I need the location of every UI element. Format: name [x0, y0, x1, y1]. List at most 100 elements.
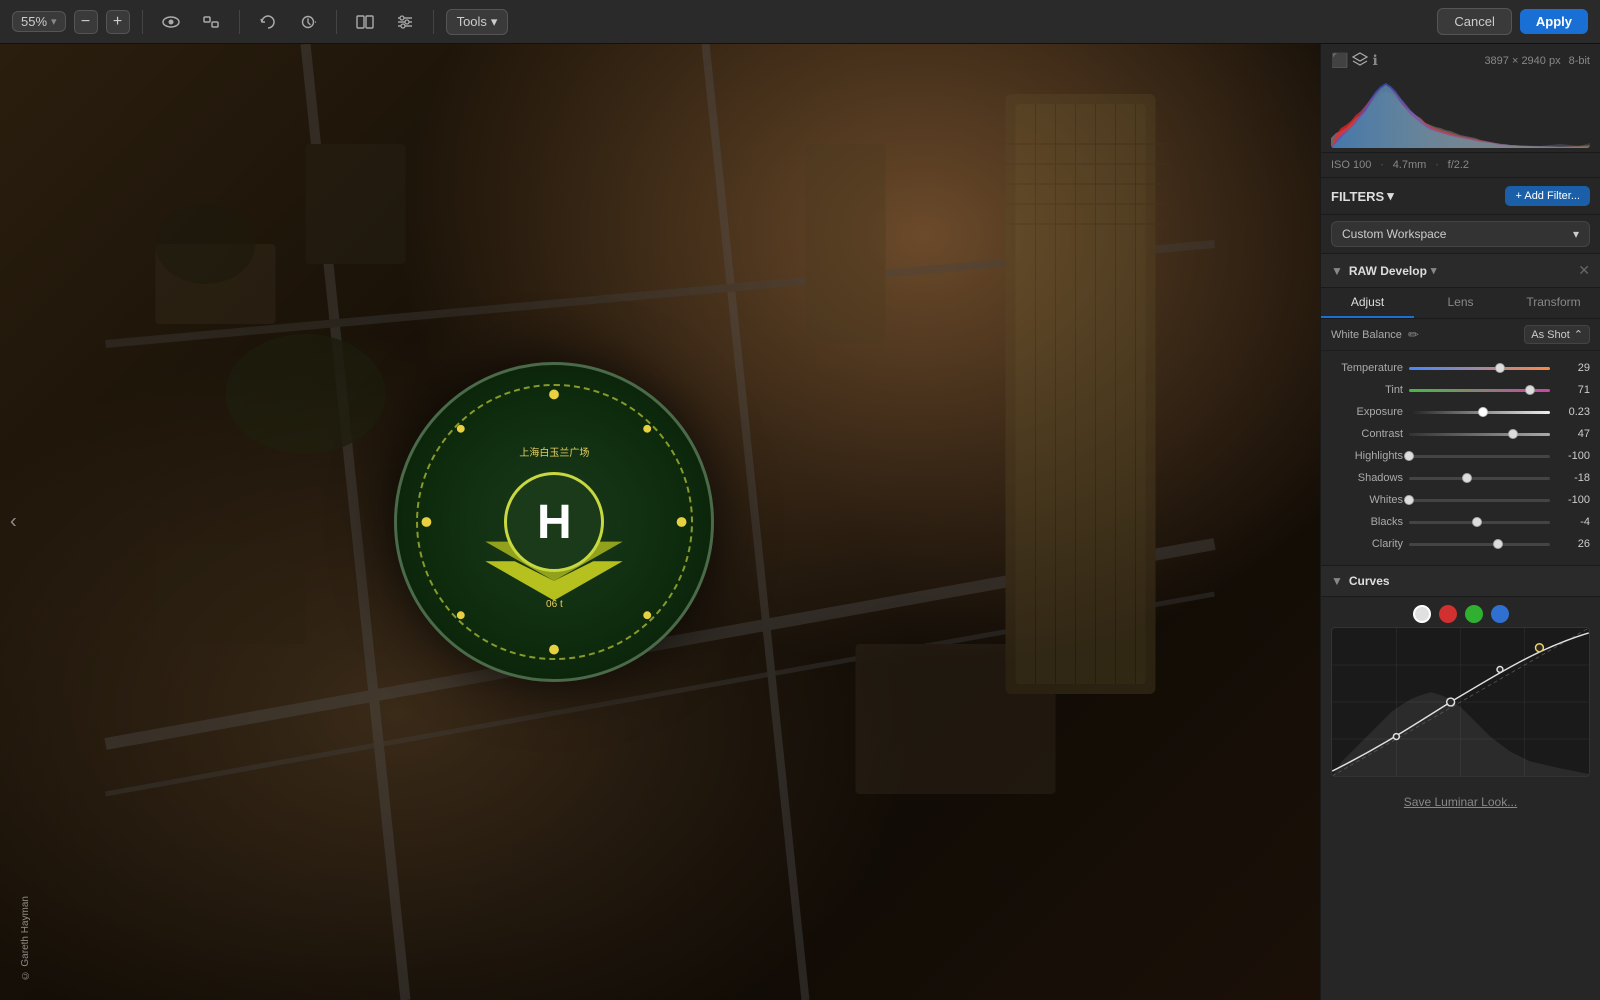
slider-thumb-shadows[interactable]: [1462, 473, 1472, 483]
cancel-button[interactable]: Cancel: [1437, 8, 1511, 35]
apply-button[interactable]: Apply: [1520, 9, 1588, 34]
layout-button[interactable]: [349, 6, 381, 38]
workspace-label: Custom Workspace: [1342, 227, 1446, 241]
nav-arrow-left[interactable]: ‹: [10, 511, 17, 534]
slider-thumb-exposure[interactable]: [1478, 407, 1488, 417]
zoom-out-button[interactable]: −: [74, 10, 98, 34]
workspace-arrow: ▾: [1573, 227, 1579, 241]
eyedropper-icon[interactable]: ✏: [1408, 327, 1419, 343]
slider-row-clarity: Clarity 26: [1331, 537, 1590, 551]
curves-canvas[interactable]: [1331, 627, 1590, 777]
right-panel: ⬛ ℹ 3897 × 2940 px 8-bit: [1320, 44, 1600, 1000]
slider-track-highlights[interactable]: [1409, 449, 1550, 463]
focal-text: 4.7mm: [1393, 159, 1427, 171]
curves-green-dot[interactable]: [1465, 605, 1483, 623]
wb-arrow: ⌃: [1574, 328, 1583, 341]
slider-value-blacks: -4: [1556, 516, 1590, 528]
curve-point-upper[interactable]: [1497, 666, 1503, 672]
slider-row-whites: Whites -100: [1331, 493, 1590, 507]
histogram-icon[interactable]: ⬛: [1331, 52, 1348, 69]
slider-track-contrast[interactable]: [1409, 427, 1550, 441]
undo-button[interactable]: [252, 6, 284, 38]
filters-label: FILTERS: [1331, 189, 1384, 204]
slider-track-shadows[interactable]: [1409, 471, 1550, 485]
preview-button[interactable]: [155, 6, 187, 38]
curve-point-mid[interactable]: [1447, 698, 1455, 706]
layers-icon[interactable]: [1352, 52, 1368, 69]
history-button[interactable]: [292, 6, 324, 38]
slider-row-exposure: Exposure 0.23: [1331, 405, 1590, 419]
tools-dropdown[interactable]: Tools ▾: [446, 9, 509, 35]
copyright-text: © Gareth Hayman: [20, 896, 31, 980]
bitdepth-text: 8-bit: [1569, 55, 1590, 67]
curves-red-dot[interactable]: [1439, 605, 1457, 623]
tabs-row: Adjust Lens Transform: [1321, 288, 1600, 319]
zoom-in-button[interactable]: +: [106, 10, 130, 34]
slider-track-blacks[interactable]: [1409, 515, 1550, 529]
fit-icon: [202, 15, 220, 29]
fit-button[interactable]: [195, 6, 227, 38]
filters-header: FILTERS ▾ + Add Filter...: [1321, 178, 1600, 215]
zoom-control[interactable]: 55% ▾: [12, 11, 66, 32]
white-balance-row: White Balance ✏ As Shot ⌃: [1321, 319, 1600, 351]
raw-develop-header[interactable]: ▼ RAW Develop ▾ ✕: [1321, 254, 1600, 288]
workspace-selector: Custom Workspace ▾: [1321, 215, 1600, 254]
slider-track-whites[interactable]: [1409, 493, 1550, 507]
wb-value-dropdown[interactable]: As Shot ⌃: [1524, 325, 1590, 344]
helipad-h-marker: H: [504, 472, 604, 572]
slider-thumb-temperature[interactable]: [1495, 363, 1505, 373]
slider-track-clarity[interactable]: [1409, 537, 1550, 551]
panel-content[interactable]: ▼ RAW Develop ▾ ✕ Adjust Lens Transform …: [1321, 254, 1600, 1000]
curves-header[interactable]: ▼ Curves: [1321, 566, 1600, 597]
curves-section: ▼ Curves: [1321, 565, 1600, 819]
add-filter-button[interactable]: + Add Filter...: [1505, 186, 1590, 206]
filters-title: FILTERS ▾: [1331, 188, 1394, 204]
curves-white-dot[interactable]: [1413, 605, 1431, 623]
toolbar-right: Cancel Apply: [1437, 8, 1588, 35]
save-luminar-look-button[interactable]: Save Luminar Look...: [1404, 795, 1517, 809]
slider-track-tint[interactable]: [1409, 383, 1550, 397]
slider-label-highlights: Highlights: [1331, 450, 1403, 462]
slider-value-whites: -100: [1556, 494, 1590, 506]
info-icon[interactable]: ℹ: [1372, 52, 1377, 69]
slider-thumb-clarity[interactable]: [1493, 539, 1503, 549]
slider-track-exposure[interactable]: [1409, 405, 1550, 419]
slider-thumb-contrast[interactable]: [1508, 429, 1518, 439]
curves-svg: [1332, 628, 1589, 776]
main-content: 上海白玉兰广场 H 06 t ‹ © Gareth Hayman ⬛: [0, 44, 1600, 1000]
undo-icon: [259, 14, 277, 30]
slider-track-temperature[interactable]: [1409, 361, 1550, 375]
slider-thumb-highlights[interactable]: [1404, 451, 1414, 461]
collapse-arrow: ▼: [1331, 264, 1343, 278]
slider-value-highlights: -100: [1556, 450, 1590, 462]
slider-value-temperature: 29: [1556, 362, 1590, 374]
slider-label-contrast: Contrast: [1331, 428, 1403, 440]
grid-icon: [356, 15, 374, 29]
histogram-section: ⬛ ℹ 3897 × 2940 px 8-bit: [1321, 44, 1600, 153]
settings-button[interactable]: [389, 6, 421, 38]
slider-thumb-blacks[interactable]: [1472, 517, 1482, 527]
slider-value-exposure: 0.23: [1556, 406, 1590, 418]
tab-lens[interactable]: Lens: [1414, 288, 1507, 318]
history-icon: [299, 14, 317, 30]
slider-label-exposure: Exposure: [1331, 406, 1403, 418]
tab-transform[interactable]: Transform: [1507, 288, 1600, 318]
slider-label-blacks: Blacks: [1331, 516, 1403, 528]
workspace-dropdown[interactable]: Custom Workspace ▾: [1331, 221, 1590, 247]
curve-point-high[interactable]: [1535, 644, 1543, 652]
slider-value-tint: 71: [1556, 384, 1590, 396]
tab-adjust[interactable]: Adjust: [1321, 288, 1414, 318]
helipad-outer: 上海白玉兰广场 H 06 t: [394, 362, 714, 682]
histogram-info: 3897 × 2940 px 8-bit: [1484, 55, 1590, 67]
toolbar-separator-2: [239, 10, 240, 34]
slider-value-contrast: 47: [1556, 428, 1590, 440]
sliders-icon: [396, 14, 414, 30]
raw-develop-close-button[interactable]: ✕: [1578, 262, 1590, 279]
curves-blue-dot[interactable]: [1491, 605, 1509, 623]
filters-arrow[interactable]: ▾: [1387, 188, 1394, 204]
slider-thumb-whites[interactable]: [1404, 495, 1414, 505]
slider-label-whites: Whites: [1331, 494, 1403, 506]
curve-point-shadow[interactable]: [1393, 734, 1399, 740]
slider-value-shadows: -18: [1556, 472, 1590, 484]
slider-thumb-tint[interactable]: [1525, 385, 1535, 395]
